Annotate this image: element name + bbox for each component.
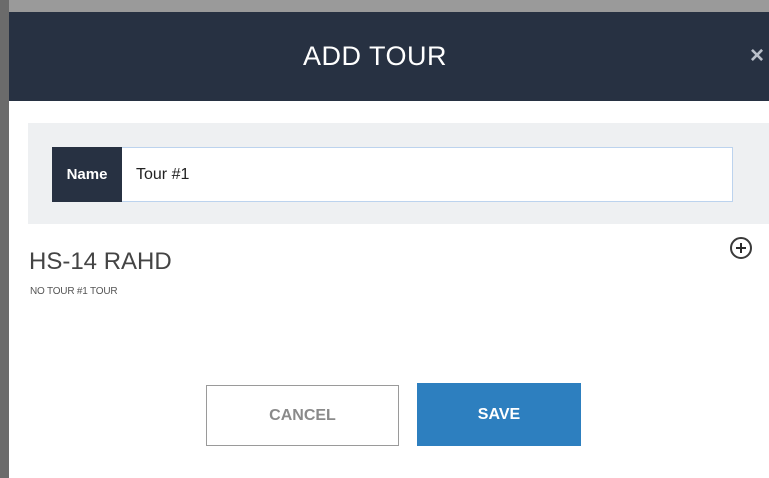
plus-circle-icon[interactable]: [730, 237, 752, 259]
name-input[interactable]: [122, 147, 733, 202]
background-left-edge: [0, 0, 9, 478]
plus-vertical-stroke: [740, 243, 742, 253]
cancel-button[interactable]: CANCEL: [206, 385, 399, 446]
add-tour-dialog: ADD TOUR × Name HS-14 RAHD NO TOUR #1 TO…: [9, 12, 769, 478]
background-top-edge: [0, 0, 769, 12]
dialog-title: ADD TOUR: [302, 41, 448, 71]
tour-subtext: NO TOUR #1 TOUR: [30, 286, 118, 297]
name-panel: Name: [28, 123, 769, 224]
close-icon[interactable]: ×: [745, 40, 769, 72]
tour-heading: HS-14 RAHD: [29, 248, 172, 275]
save-button[interactable]: SAVE: [417, 383, 581, 446]
name-label: Name: [52, 147, 122, 202]
dialog-header: ADD TOUR ×: [9, 12, 769, 101]
